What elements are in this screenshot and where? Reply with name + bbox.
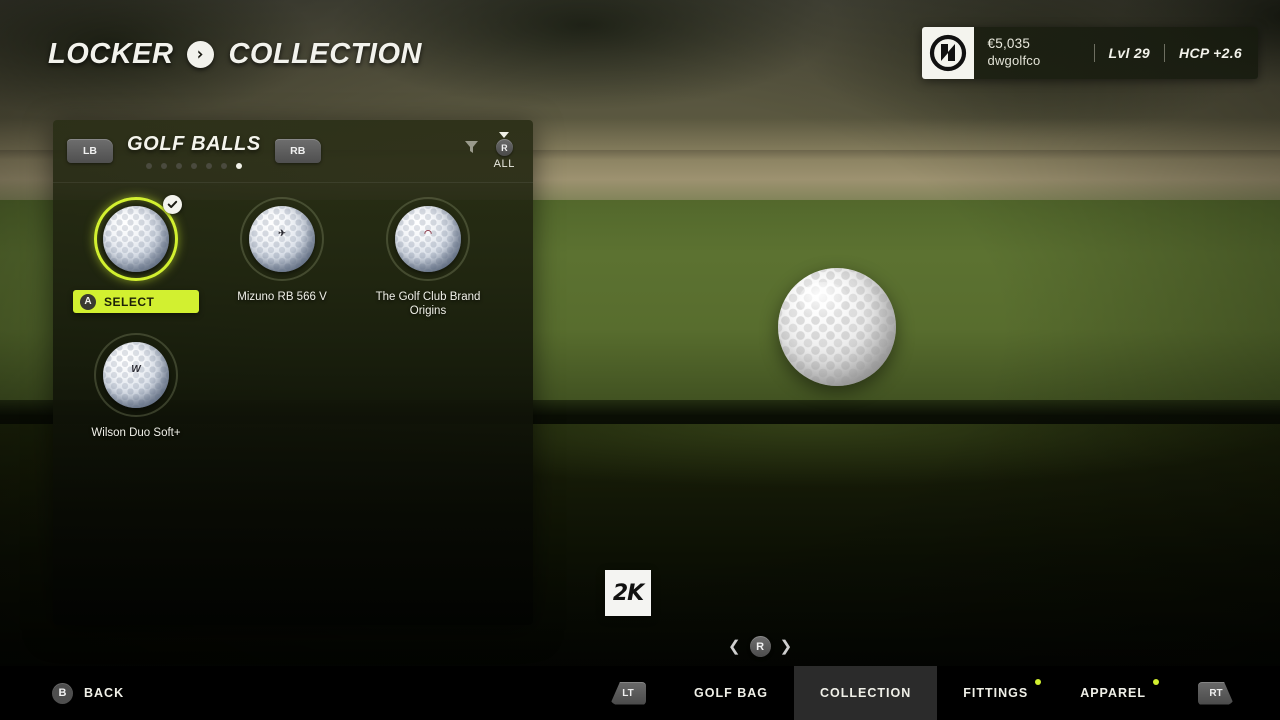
page-dot[interactable] <box>160 163 167 169</box>
2k-brand-logo: 2K <box>605 570 651 616</box>
brand-origins-icon: ◠ <box>424 228 432 239</box>
tab-label: COLLECTION <box>819 686 912 700</box>
player-hud-stats: €5,035 dwgolfco Lvl 29 HCP +2.6 <box>974 27 1258 79</box>
notification-dot <box>1153 679 1159 685</box>
page-dot[interactable] <box>175 163 182 169</box>
page-dot[interactable] <box>220 163 227 169</box>
select-button[interactable]: A SELECT <box>73 290 199 313</box>
golf-ball-thumb-wrap: ✈ <box>240 197 324 281</box>
breadcrumb: LOCKER COLLECTION <box>48 38 422 71</box>
category-title: GOLF BALLS <box>127 133 261 155</box>
filter-stick-button[interactable]: R <box>495 139 513 156</box>
left-trigger-wrap[interactable]: LT <box>610 681 647 705</box>
tab-fittings[interactable]: FITTINGS <box>937 666 1054 720</box>
player-hud: €5,035 dwgolfco Lvl 29 HCP +2.6 <box>921 27 1258 79</box>
rotate-preview-control[interactable]: ❮ R ❯ <box>728 636 792 657</box>
golf-ball-item[interactable]: ✈ Mizuno RB 566 V <box>209 197 355 319</box>
a-button-glyph: A <box>80 293 96 310</box>
page-dot[interactable] <box>145 163 152 169</box>
tab-label: GOLF BAG <box>694 686 768 700</box>
panel-header-controls: R ALL <box>463 132 519 170</box>
golf-ball-thumb: ◠ <box>395 206 461 272</box>
hud-divider <box>1093 44 1095 62</box>
player-username: dwgolfco <box>987 53 1041 69</box>
back-button-label: BACK <box>84 686 125 700</box>
golf-ball-name: Mizuno RB 566 V <box>237 291 327 303</box>
golf-ball-name: The Golf Club Brand Origins <box>375 291 481 318</box>
hud-divider <box>1164 44 1166 62</box>
mizuno-runbird-icon: ✈ <box>278 228 286 239</box>
currency-amount: €5,035 <box>987 36 1031 52</box>
bottom-action-bar: B BACK LT GOLF BAG COLLECTION FITTINGS A… <box>0 666 1280 720</box>
collection-panel-header: LB GOLF BALLS RB R ALL <box>53 120 533 183</box>
golf-ball-item[interactable]: ◠ The Golf Club Brand Origins <box>355 197 501 319</box>
brand-logo-icon <box>921 27 974 79</box>
page-dot[interactable] <box>205 163 212 169</box>
tab-apparel[interactable]: APPAREL <box>1054 666 1172 720</box>
golf-ball-grid: A SELECT ✈ Mizuno RB 566 V ◠ The Golf Cl… <box>53 183 533 454</box>
tab-golf-bag[interactable]: GOLF BAG <box>668 666 794 720</box>
filter-all-label: ALL <box>493 158 515 170</box>
tab-label: APPAREL <box>1080 686 1146 700</box>
b-button-glyph: B <box>52 682 73 704</box>
equipped-check-icon <box>163 195 182 214</box>
breadcrumb-item-locker[interactable]: LOCKER <box>48 38 173 71</box>
golf-ball-preview <box>778 268 896 386</box>
ball-specular-highlight <box>799 282 849 318</box>
golf-ball-thumb-wrap <box>94 195 182 281</box>
wilson-logo-icon: W <box>131 364 141 376</box>
notification-dot <box>1035 679 1042 685</box>
golf-ball-thumb: ✈ <box>249 206 315 272</box>
golf-ball-item-selected[interactable]: A SELECT <box>63 195 209 319</box>
next-category-bumper[interactable]: RB <box>274 139 321 163</box>
filter-all-control[interactable]: R ALL <box>494 132 515 170</box>
player-identity: €5,035 dwgolfco <box>988 36 1080 69</box>
golf-ball-name: Wilson Duo Soft+ <box>91 426 181 439</box>
player-level: Lvl 29 <box>1108 45 1151 61</box>
golf-ball-thumb-wrap: ◠ <box>386 197 470 281</box>
golf-ball-thumb <box>103 206 169 272</box>
golf-ball-thumb-wrap: W <box>94 332 178 417</box>
rt-trigger-button[interactable]: RT <box>1198 681 1234 705</box>
player-handicap: HCP +2.6 <box>1179 45 1242 61</box>
funnel-filter-icon[interactable] <box>463 138 480 160</box>
back-button[interactable]: B BACK <box>52 682 125 704</box>
chevron-right-icon[interactable]: ❯ <box>780 639 793 654</box>
tab-label: FITTINGS <box>963 686 1029 700</box>
lt-trigger-button[interactable]: LT <box>610 681 647 705</box>
prev-category-bumper[interactable]: LB <box>67 139 113 163</box>
right-stick-button[interactable]: R <box>749 636 771 657</box>
page-dot-active[interactable] <box>235 163 242 169</box>
right-trigger-wrap[interactable]: RT <box>1198 681 1234 705</box>
breadcrumb-item-collection[interactable]: COLLECTION <box>228 38 422 71</box>
category-pagination-dots <box>145 163 242 169</box>
collection-panel: LB GOLF BALLS RB R ALL A SELECT ✈ Mizuno… <box>53 120 533 625</box>
stick-down-arrow-icon <box>499 132 510 138</box>
tab-collection[interactable]: COLLECTION <box>793 666 938 720</box>
chevron-left-icon[interactable]: ❮ <box>728 639 741 654</box>
select-button-label: SELECT <box>104 294 155 309</box>
golf-ball-item[interactable]: W Wilson Duo Soft+ <box>63 332 209 440</box>
golf-ball-thumb: W <box>103 341 169 408</box>
bottom-tab-bar: LT GOLF BAG COLLECTION FITTINGS APPAREL … <box>610 666 1280 720</box>
2k-logo-text: 2K <box>612 580 644 606</box>
page-dot[interactable] <box>190 163 197 169</box>
category-title-group: GOLF BALLS <box>127 133 261 169</box>
chevron-right-icon <box>187 41 215 68</box>
